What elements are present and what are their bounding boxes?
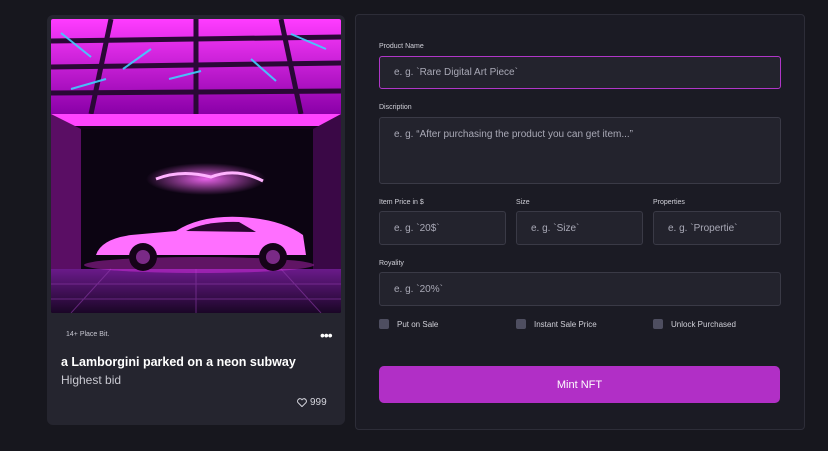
highest-bid-label: Highest bid bbox=[61, 373, 122, 387]
instant-sale-price-label: Instant Sale Price bbox=[534, 319, 597, 329]
royality-input[interactable]: e. g. `20%` bbox=[379, 272, 781, 306]
description-label: Discription bbox=[379, 104, 412, 111]
put-on-sale-checkbox[interactable]: Put on Sale bbox=[379, 319, 438, 329]
product-name-placeholder: e. g. `Rare Digital Art Piece` bbox=[394, 67, 518, 78]
properties-input[interactable]: e. g. `Propertie` bbox=[653, 211, 781, 245]
likes-counter[interactable]: 999 bbox=[297, 397, 327, 408]
checkbox-box[interactable] bbox=[379, 319, 389, 329]
nft-artwork-image bbox=[51, 19, 341, 313]
bid-count-label: 14+ Place Bit. bbox=[66, 331, 110, 338]
description-textarea[interactable]: e. g. “After purchasing the product you … bbox=[379, 117, 781, 184]
size-placeholder: e. g. `Size` bbox=[531, 222, 580, 234]
product-name-input[interactable]: e. g. `Rare Digital Art Piece` bbox=[379, 56, 781, 89]
put-on-sale-label: Put on Sale bbox=[397, 319, 439, 329]
nft-preview-card: 14+ Place Bit. ••• a Lamborgini parked o… bbox=[47, 15, 345, 425]
royality-placeholder: e. g. `20%` bbox=[394, 283, 443, 295]
ellipsis-icon[interactable]: ••• bbox=[320, 328, 333, 342]
description-placeholder: e. g. “After purchasing the product you … bbox=[394, 129, 634, 140]
unlock-purchased-label: Unlock Purchased bbox=[671, 319, 736, 329]
likes-count: 999 bbox=[310, 397, 327, 408]
size-label: Size bbox=[516, 199, 530, 206]
price-placeholder: e. g. `20$` bbox=[394, 222, 440, 234]
properties-placeholder: e. g. `Propertie` bbox=[668, 222, 738, 234]
checkbox-box[interactable] bbox=[516, 319, 526, 329]
mint-nft-button[interactable]: Mint NFT bbox=[379, 366, 780, 403]
product-name-label: Product Name bbox=[379, 43, 424, 50]
checkbox-box[interactable] bbox=[653, 319, 663, 329]
properties-label: Properties bbox=[653, 199, 685, 206]
size-input[interactable]: e. g. `Size` bbox=[516, 211, 643, 245]
instant-sale-price-checkbox[interactable]: Instant Sale Price bbox=[516, 319, 597, 329]
nft-title: a Lamborgini parked on a neon subway bbox=[61, 355, 296, 369]
unlock-purchased-checkbox[interactable]: Unlock Purchased bbox=[653, 319, 736, 329]
royality-label: Royality bbox=[379, 260, 404, 267]
price-label: Item Price in $ bbox=[379, 199, 424, 206]
heart-icon bbox=[297, 398, 307, 407]
price-input[interactable]: e. g. `20$` bbox=[379, 211, 506, 245]
